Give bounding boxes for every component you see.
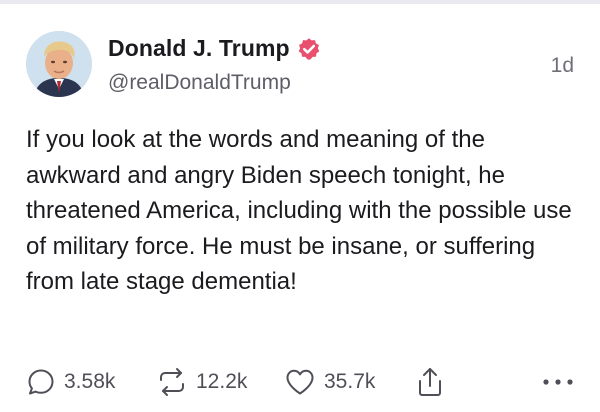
retruth-count: 12.2k [196,370,248,393]
author-name[interactable]: Donald J. Trump [108,35,290,62]
retruth-button[interactable]: 12.2k [156,364,247,400]
reply-icon [28,369,54,395]
heart-icon [286,369,314,395]
reply-count: 3.58k [64,370,116,393]
like-count: 35.7k [324,370,376,393]
retruth-icon [160,368,184,396]
post-body: If you look at the words and meaning of … [26,126,572,295]
share-icon [419,368,441,396]
reply-button[interactable]: 3.58k [26,364,115,400]
verified-badge-icon [298,37,319,60]
more-icon [543,379,573,385]
action-bar: 3.58k 12.2k 35.7k [26,364,574,400]
more-options-button[interactable] [542,364,574,400]
avatar[interactable] [26,31,92,97]
author-row: Donald J. Trump [108,35,321,62]
post-timestamp[interactable]: 1d [551,54,574,78]
author-handle[interactable]: @realDonaldTrump [108,71,291,95]
like-button[interactable]: 35.7k [284,364,375,400]
post-card: Donald J. Trump @realDonaldTrump 1d If y… [0,4,600,412]
avatar-image [26,31,92,97]
share-button[interactable] [416,364,444,400]
